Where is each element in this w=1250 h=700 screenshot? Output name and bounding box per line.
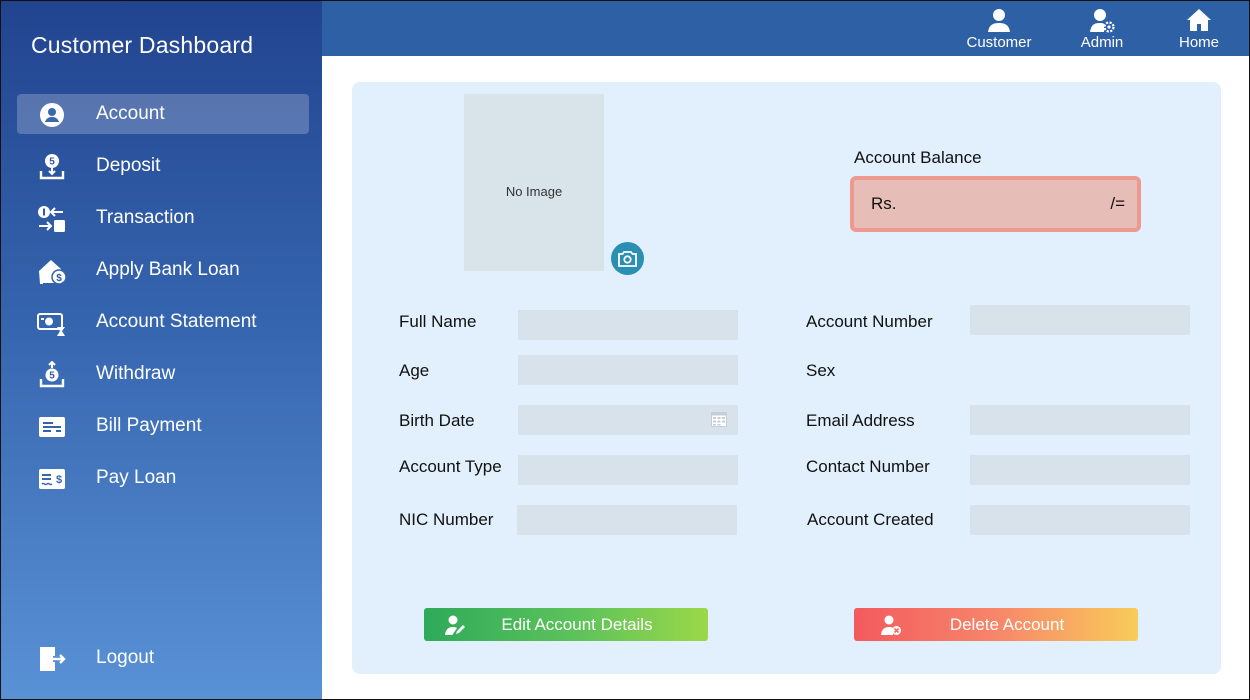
logout-button[interactable]: Logout xyxy=(17,638,309,678)
balance-field: Rs. /= xyxy=(850,176,1141,232)
email-input[interactable] xyxy=(970,405,1190,435)
account-type-label: Account Type xyxy=(399,457,502,476)
sidebar-item-label: Apply Bank Loan xyxy=(96,259,240,280)
age-label: Age xyxy=(399,361,430,380)
house-dollar-icon: $ xyxy=(37,257,67,285)
sidebar: Customer Dashboard Account 5 Deposit Tra… xyxy=(1,1,322,699)
sidebar-item-label: Account xyxy=(96,103,165,124)
birth-date-input[interactable] xyxy=(518,405,738,435)
account-number-label: Account Number xyxy=(806,312,933,331)
nic-number-input[interactable] xyxy=(517,505,737,535)
account-created-label: Account Created xyxy=(807,510,934,529)
logout-label: Logout xyxy=(96,647,155,668)
sidebar-item-transaction[interactable]: Transaction xyxy=(17,198,309,238)
customer-icon xyxy=(988,9,1010,32)
sidebar-item-label: Deposit xyxy=(96,155,161,176)
admin-icon xyxy=(1090,9,1115,33)
age-input[interactable] xyxy=(518,355,738,385)
top-bar: Customer Admin Home xyxy=(322,1,1249,56)
profile-photo: No Image xyxy=(464,94,604,271)
sidebar-item-label: Withdraw xyxy=(96,363,176,384)
calendar-icon[interactable] xyxy=(711,412,727,427)
sidebar-item-label: Bill Payment xyxy=(96,415,202,436)
balance-currency: Rs. xyxy=(871,194,897,213)
pay-loan-icon: $ xyxy=(37,465,67,493)
deposit-icon: 5 xyxy=(37,153,67,181)
sidebar-item-bill-payment[interactable]: Bill Payment xyxy=(17,406,309,446)
app-window: Customer Dashboard Account 5 Deposit Tra… xyxy=(0,0,1250,700)
home-button[interactable]: Home xyxy=(1154,7,1244,53)
sidebar-item-label: Account Statement xyxy=(96,311,257,332)
svg-text:5: 5 xyxy=(49,157,55,168)
full-name-input[interactable] xyxy=(518,310,738,340)
delete-account-button[interactable]: Delete Account xyxy=(854,608,1138,641)
contact-number-input[interactable] xyxy=(970,455,1190,485)
svg-text:$: $ xyxy=(56,474,62,486)
account-type-input[interactable] xyxy=(518,455,738,485)
photo-placeholder-text: No Image xyxy=(505,184,563,199)
sex-label: Sex xyxy=(806,361,836,380)
edit-account-button[interactable]: Edit Account Details xyxy=(424,608,708,641)
sidebar-item-withdraw[interactable]: 5 Withdraw xyxy=(17,354,309,394)
email-label: Email Address xyxy=(806,411,915,430)
sidebar-item-deposit[interactable]: 5 Deposit xyxy=(17,146,309,186)
withdraw-icon: 5 xyxy=(37,361,67,389)
account-number-input[interactable] xyxy=(970,305,1190,335)
customer-button[interactable]: Customer xyxy=(954,7,1044,53)
upload-photo-button[interactable] xyxy=(611,242,644,275)
home-icon xyxy=(1187,9,1211,31)
full-name-label: Full Name xyxy=(399,312,477,331)
edit-account-label: Edit Account Details xyxy=(501,615,653,634)
home-label: Home xyxy=(1178,34,1219,51)
account-details-card: No Image Account Balance Rs. /= Full Nam… xyxy=(352,82,1221,674)
birth-date-label: Birth Date xyxy=(399,411,475,430)
sidebar-item-label: Pay Loan xyxy=(96,467,177,488)
transaction-icon xyxy=(37,205,67,233)
bill-icon xyxy=(37,413,67,441)
logout-icon xyxy=(37,645,67,673)
balance-suffix: /= xyxy=(1110,194,1125,213)
customer-label: Customer xyxy=(966,34,1032,51)
account-icon xyxy=(37,101,67,129)
sidebar-item-account[interactable]: Account xyxy=(17,94,309,134)
sidebar-item-pay-loan[interactable]: $ Pay Loan xyxy=(17,458,309,498)
svg-text:5: 5 xyxy=(49,371,55,382)
balance-label: Account Balance xyxy=(854,148,982,167)
camera-icon xyxy=(618,251,637,267)
sidebar-item-label: Transaction xyxy=(96,207,195,228)
delete-account-label: Delete Account xyxy=(949,615,1065,634)
app-title: Customer Dashboard xyxy=(31,32,254,58)
admin-label: Admin xyxy=(1080,34,1124,51)
contact-number-label: Contact Number xyxy=(806,457,930,476)
account-created-input[interactable] xyxy=(970,505,1190,535)
svg-text:$: $ xyxy=(56,273,62,284)
nic-number-label: NIC Number xyxy=(399,510,494,529)
statement-icon xyxy=(37,309,67,337)
sidebar-item-account-statement[interactable]: Account Statement xyxy=(17,302,309,342)
sidebar-item-apply-bank-loan[interactable]: $ Apply Bank Loan xyxy=(17,250,309,290)
admin-button[interactable]: Admin xyxy=(1057,7,1147,53)
